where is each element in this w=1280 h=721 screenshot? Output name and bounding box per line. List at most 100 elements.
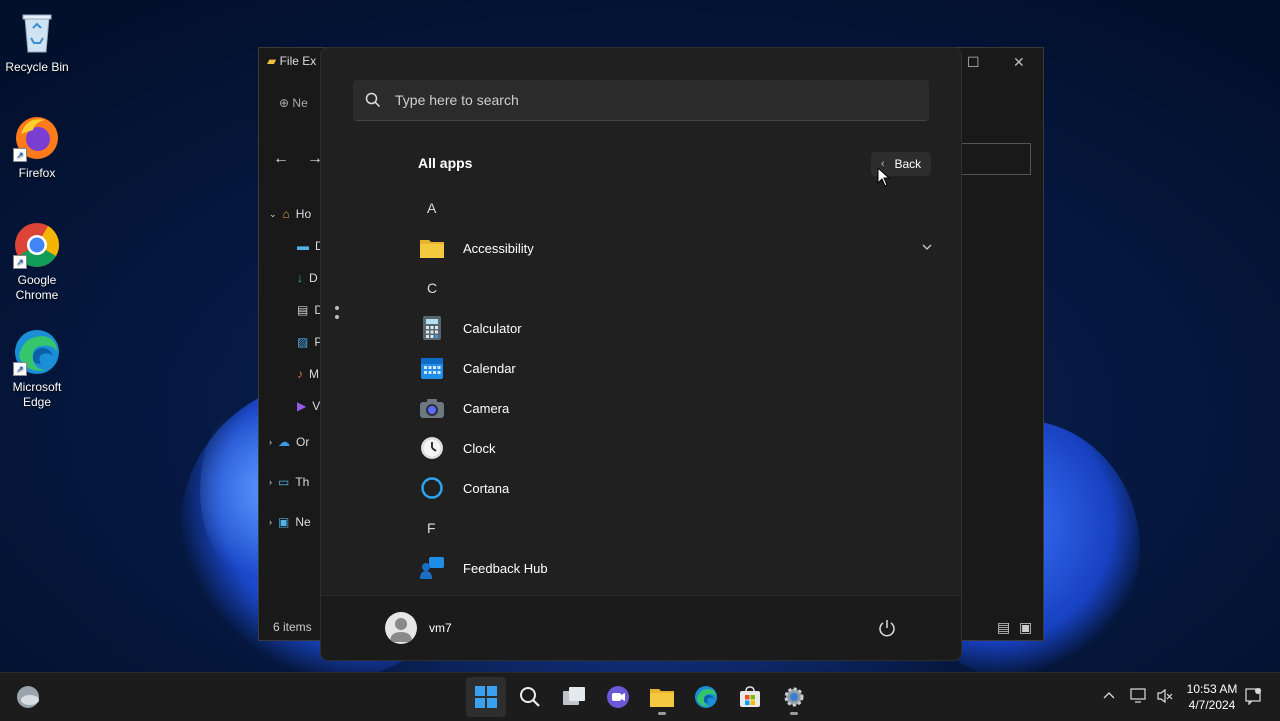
desktop-icon-label: Recycle Bin xyxy=(5,60,69,74)
recycle-bin-icon xyxy=(13,8,61,56)
folder-icon xyxy=(650,689,674,707)
close-icon[interactable]: ✕ xyxy=(1013,54,1025,71)
notifications-icon[interactable] xyxy=(1244,687,1262,710)
app-accessibility[interactable]: Accessibility xyxy=(413,228,943,268)
app-calendar[interactable]: Calendar xyxy=(413,348,943,388)
letter-header-a[interactable]: A xyxy=(413,188,943,228)
desktop-icon: ▬ xyxy=(297,239,309,253)
desktop-icon-edge[interactable]: ↗ Microsoft Edge xyxy=(1,328,73,410)
download-icon: ↓ xyxy=(297,271,303,285)
scroll-indicator[interactable] xyxy=(335,306,339,324)
show-hidden-icons-chevron-icon[interactable] xyxy=(1102,688,1116,707)
edge-icon: ↗ xyxy=(13,328,61,376)
teams-chat-icon xyxy=(607,686,629,708)
tiles-view-icon[interactable]: ▣ xyxy=(1019,619,1032,636)
back-arrow-icon[interactable]: ← xyxy=(273,150,289,168)
app-clock[interactable]: Clock xyxy=(413,428,943,468)
system-clock[interactable]: 10:53 AM 4/7/2024 xyxy=(1184,681,1240,713)
nav-item-documents[interactable]: ▤ D xyxy=(259,294,323,326)
camera-icon xyxy=(419,395,445,421)
volume-muted-icon[interactable] xyxy=(1156,687,1174,710)
cloud-icon: ☁ xyxy=(278,435,290,449)
start-footer: vm7 xyxy=(321,595,961,660)
back-button-label: Back xyxy=(894,157,922,171)
maximize-icon[interactable]: ☐ xyxy=(967,54,980,71)
file-explorer-taskbar-button[interactable] xyxy=(642,677,682,717)
search-icon xyxy=(520,687,540,707)
taskbar-search-button[interactable] xyxy=(510,677,550,717)
desktop-icon-firefox[interactable]: ↗ Firefox xyxy=(1,114,73,181)
search-box[interactable] xyxy=(960,143,1031,175)
cortana-icon xyxy=(419,475,445,501)
running-indicator xyxy=(790,712,798,715)
file-explorer-title: ▰ File Ex xyxy=(267,54,317,68)
clock-time: 10:53 AM xyxy=(1186,682,1238,696)
clock-icon xyxy=(419,435,445,461)
clock-date: 4/7/2024 xyxy=(1188,698,1236,712)
video-icon: ▶ xyxy=(297,399,307,413)
app-feedback-hub[interactable]: Feedback Hub xyxy=(413,548,943,588)
search-input[interactable] xyxy=(393,91,897,109)
chevron-down-icon[interactable] xyxy=(921,240,933,258)
pictures-icon: ▨ xyxy=(297,335,309,349)
app-label: Feedback Hub xyxy=(463,560,548,576)
nav-item-network[interactable]: › ▣ Ne xyxy=(259,502,321,542)
user-name[interactable]: vm7 xyxy=(429,621,452,635)
task-view-button[interactable] xyxy=(554,677,594,717)
start-search-box[interactable] xyxy=(353,80,929,121)
music-icon: ♪ xyxy=(297,367,303,381)
edge-taskbar-button[interactable] xyxy=(686,677,726,717)
chat-button[interactable] xyxy=(598,677,638,717)
nav-item-music[interactable]: ♪ M xyxy=(259,358,321,390)
nav-item-videos[interactable]: ▶ V xyxy=(259,390,321,422)
windows-logo-icon xyxy=(475,686,497,708)
desktop-icon-label: Firefox xyxy=(18,166,56,180)
app-cortana[interactable]: Cortana xyxy=(413,468,943,508)
nav-item-home[interactable]: ⌄ ⌂ Ho xyxy=(259,198,321,230)
app-calculator[interactable]: Calculator xyxy=(413,308,943,348)
app-label: Accessibility xyxy=(463,240,534,256)
nav-item-pictures[interactable]: ▨ P xyxy=(259,326,322,358)
settings-taskbar-button[interactable] xyxy=(774,677,814,717)
chrome-icon: ↗ xyxy=(13,221,61,269)
mouse-cursor-icon xyxy=(877,166,891,192)
running-indicator xyxy=(658,712,666,715)
app-label: Clock xyxy=(463,440,496,456)
desktop-icon-recycle-bin[interactable]: Recycle Bin xyxy=(1,8,73,75)
feedback-hub-icon xyxy=(419,555,445,581)
desktop-icon-chrome[interactable]: ↗ Google Chrome xyxy=(1,221,73,303)
all-apps-title: All apps xyxy=(418,155,473,171)
desktop-icon-label: Google Chrome xyxy=(15,273,59,302)
store-taskbar-button[interactable] xyxy=(730,677,770,717)
desktop-icon-label: Microsoft Edge xyxy=(12,380,62,409)
calculator-icon xyxy=(419,315,445,341)
firefox-icon: ↗ xyxy=(13,114,61,162)
app-label: Calculator xyxy=(463,320,522,336)
weather-widget-icon[interactable] xyxy=(14,683,42,716)
details-view-icon[interactable]: ▤ xyxy=(997,619,1010,636)
nav-item-this-pc[interactable]: › ▭ Th xyxy=(259,462,321,502)
letter-header-c[interactable]: C xyxy=(413,268,943,308)
nav-item-downloads[interactable]: ↓ D xyxy=(259,262,321,294)
folder-icon: ▰ xyxy=(267,54,277,68)
computer-icon: ▭ xyxy=(278,475,290,489)
start-button[interactable] xyxy=(466,677,506,717)
item-count: 6 items xyxy=(273,620,312,634)
app-camera[interactable]: Camera xyxy=(413,388,943,428)
app-label: Calendar xyxy=(463,360,516,376)
new-button[interactable]: ⊕ Ne xyxy=(279,96,308,110)
nav-item-desktop[interactable]: ▬D xyxy=(259,230,324,262)
task-view-icon xyxy=(563,687,585,705)
user-avatar[interactable] xyxy=(385,612,417,644)
all-apps-list: A Accessibility C Calculator Calendar Ca… xyxy=(413,188,943,588)
document-icon: ▤ xyxy=(297,303,309,317)
calendar-icon xyxy=(419,355,445,381)
nav-item-onedrive[interactable]: › ☁ Or xyxy=(259,422,321,462)
letter-header-f[interactable]: F xyxy=(413,508,943,548)
taskbar: 10:53 AM 4/7/2024 xyxy=(0,672,1280,721)
edge-icon xyxy=(695,686,717,708)
power-icon[interactable] xyxy=(877,618,897,643)
app-label: Camera xyxy=(463,400,510,416)
microsoft-store-icon xyxy=(740,686,760,707)
network-icon[interactable] xyxy=(1130,687,1148,710)
